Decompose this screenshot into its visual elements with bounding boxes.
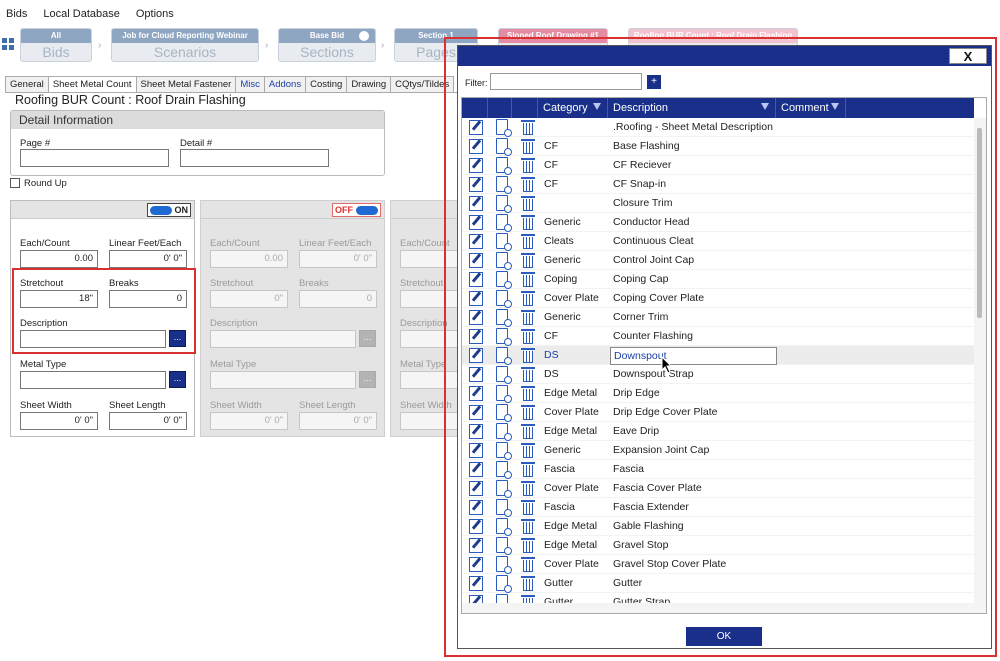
stretchout-input: 0" [210,290,288,308]
sheet-width-label: Sheet Width [210,400,262,411]
stretchout-label: Stretchout [210,278,254,289]
tab-bar: General Sheet Metal Count Sheet Metal Fa… [5,76,455,93]
breaks-input: 0 [299,290,377,308]
crumb-separator: › [98,40,102,51]
menu-bids[interactable]: Bids [6,8,27,20]
mouse-cursor-icon [661,356,673,374]
detail-number-input[interactable] [180,149,329,167]
linear-feet-label: Linear Feet/Each [299,238,372,249]
each-count-label: Each/Count [20,238,70,249]
crumb-separator: › [265,40,269,51]
form-title: Roofing BUR Count : Roof Drain Flashing [15,93,246,107]
metal-card-2: OFF Each/Count 0.00 Linear Feet/Each 0' … [200,200,385,437]
tab-sheet-metal-fastener[interactable]: Sheet Metal Fastener [135,76,237,92]
page-number-label: Page # [20,138,51,149]
sheet-width-input: 0' 0" [210,412,288,430]
tab-addons[interactable]: Addons [263,76,307,92]
metal-type-label: Metal Type [210,359,257,370]
metal-type-label: Metal Type [20,359,67,370]
description-browse-button: ... [359,330,376,347]
metal-type-browse-button[interactable]: ... [169,371,186,388]
metal-type-input [210,371,356,389]
metal-type-input[interactable] [20,371,166,389]
sheet-width-input[interactable]: 0' 0" [20,412,98,430]
each-count-input[interactable]: 0.00 [20,250,98,268]
breaks-label: Breaks [299,278,329,289]
description-input [210,330,356,348]
sheet-width-label: Sheet Width [20,400,72,411]
menu-options[interactable]: Options [136,8,174,20]
card-2-toggle[interactable]: OFF [332,203,381,217]
description-label: Description [400,318,448,329]
metal-type-label: Metal Type [400,359,447,370]
page-number-input[interactable] [20,149,169,167]
tab-sheet-metal-count[interactable]: Sheet Metal Count [47,76,137,93]
crumb-bids[interactable]: All Bids [20,28,92,62]
tab-drawing[interactable]: Drawing [346,76,392,92]
linear-feet-label: Linear Feet/Each [109,238,182,249]
sheet-length-label: Sheet Length [299,400,356,411]
tab-general[interactable]: General [5,76,49,92]
detail-information-panel: Detail Information Page # Detail # [10,110,385,176]
each-count-label: Each/Count [400,238,450,249]
menu-bar: Bids Local Database Options [0,0,1000,28]
crumb-scenarios[interactable]: Job for Cloud Reporting Webinar Scenario… [111,28,259,62]
each-count-label: Each/Count [210,238,260,249]
sheet-length-label: Sheet Length [109,400,166,411]
round-up-label: Round Up [24,178,67,189]
detail-number-label: Detail # [180,138,213,149]
crumb-sections[interactable]: Base Bid Sections [278,28,376,62]
menu-local-database[interactable]: Local Database [43,8,119,20]
highlight-box-dialog [444,37,997,657]
tab-costing[interactable]: Costing [305,76,348,92]
crumb-separator: › [381,40,385,51]
card-1-toggle[interactable]: ON [146,203,191,217]
metal-type-browse-button: ... [359,371,376,388]
detail-information-heading: Detail Information [11,111,384,129]
user-icon [359,31,369,41]
stretchout-label: Stretchout [400,278,444,289]
round-up-checkbox[interactable] [10,178,20,188]
linear-feet-input[interactable]: 0' 0" [109,250,187,268]
linear-feet-input: 0' 0" [299,250,377,268]
description-label: Description [210,318,258,329]
sheet-length-input[interactable]: 0' 0" [109,412,187,430]
each-count-input: 0.00 [210,250,288,268]
highlight-box-stretchout [12,268,196,354]
sheet-length-input: 0' 0" [299,412,377,430]
tab-misc[interactable]: Misc [235,76,265,92]
